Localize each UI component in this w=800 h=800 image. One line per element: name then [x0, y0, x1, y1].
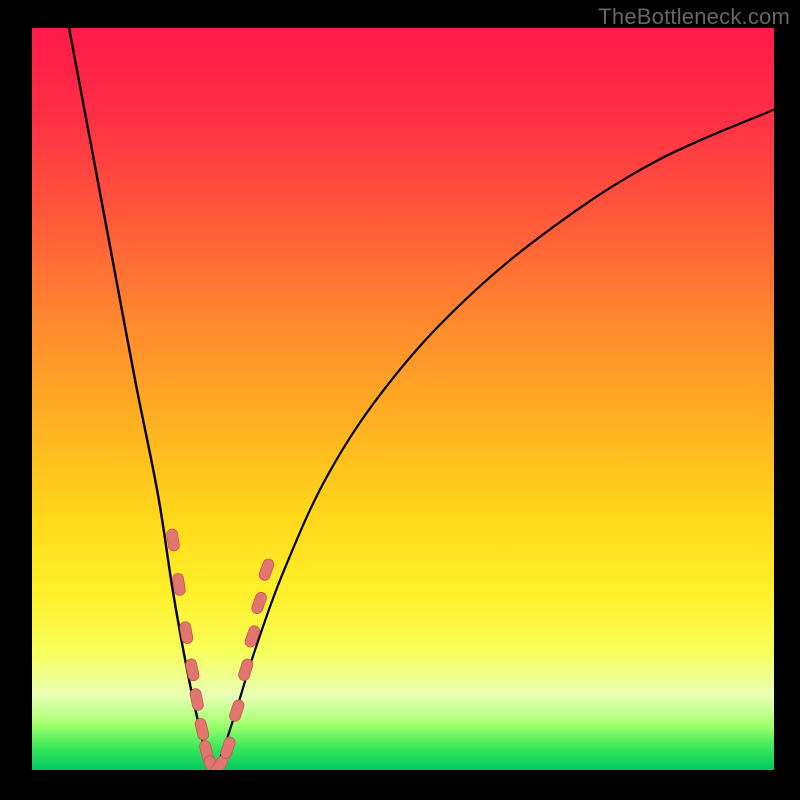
plot-area	[32, 28, 774, 770]
data-marker	[258, 557, 276, 581]
chart-svg	[32, 28, 774, 770]
data-marker	[189, 688, 204, 712]
curve-layer	[69, 28, 774, 770]
data-marker	[185, 658, 200, 682]
data-marker	[250, 591, 268, 615]
data-marker	[237, 658, 254, 682]
data-marker	[194, 717, 210, 741]
data-marker	[219, 736, 236, 760]
data-marker	[243, 624, 261, 648]
curve-right-branch	[212, 110, 774, 770]
data-marker	[166, 528, 180, 551]
outer-frame: TheBottleneck.com	[0, 0, 800, 800]
data-marker	[228, 698, 245, 722]
watermark-text: TheBottleneck.com	[598, 4, 790, 30]
